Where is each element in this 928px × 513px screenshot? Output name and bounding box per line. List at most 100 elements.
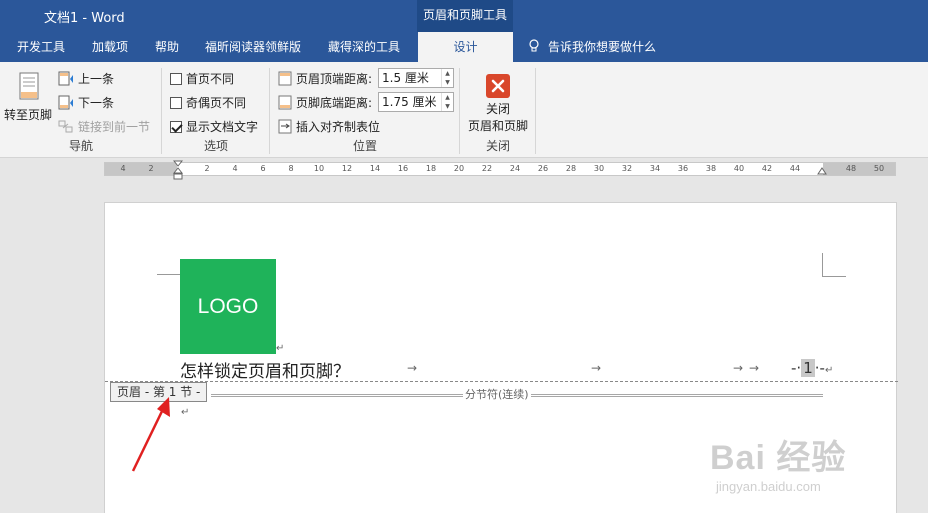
tab-help[interactable]: 帮助: [155, 32, 179, 62]
ruler-tick-label: 38: [705, 164, 717, 173]
header-heading[interactable]: 怎样锁定页眉和页脚？: [180, 357, 350, 382]
header-from-top-label: 页眉顶端距离:: [296, 72, 373, 86]
checkbox-checked-box: [170, 121, 182, 133]
paragraph-mark: ↵: [824, 365, 834, 376]
ruler-tick-label: 26: [537, 164, 549, 173]
ruler-tick-label: 48: [845, 164, 857, 173]
previous-button[interactable]: 上一条: [58, 70, 114, 88]
logo-image[interactable]: LOGO: [180, 259, 276, 354]
tab-design[interactable]: 设计: [418, 32, 513, 62]
ruler-tick-label: 10: [313, 164, 325, 173]
group-label-navigation: 导航: [68, 139, 93, 153]
alignment-tab-icon: [278, 119, 292, 134]
ruler-tick-label: 8: [288, 164, 294, 173]
ruler-tick-label: 18: [425, 164, 437, 173]
ruler-tick-label: 24: [509, 164, 521, 173]
tab-hidden-tools[interactable]: 藏得深的工具: [328, 32, 400, 62]
contextual-tab-group-title: 页眉和页脚工具: [417, 0, 513, 32]
close-line1: 关闭: [485, 102, 510, 116]
different-first-page-checkbox[interactable]: 首页不同: [170, 70, 234, 87]
footer-from-bottom-label-wrap: 页脚底端距离:: [278, 94, 372, 111]
group-close: 关闭 页眉和页脚 关闭: [460, 66, 536, 156]
checkbox-box: [170, 97, 182, 109]
ruler-tick-label: 16: [397, 164, 409, 173]
close-header-footer-button[interactable]: 关闭 页眉和页脚: [460, 70, 536, 133]
ruler-tick-label: 4: [232, 164, 238, 173]
checkbox-box: [170, 73, 182, 85]
paragraph-mark: ↵: [276, 343, 285, 354]
right-indent-marker-icon[interactable]: [817, 165, 827, 175]
ruler-tick-label: 42: [761, 164, 773, 173]
ruler-tick-label: 2: [148, 164, 154, 173]
link-icon: [58, 120, 73, 133]
close-icon: [486, 74, 510, 98]
group-label-options: 选项: [203, 139, 228, 153]
ruler-tick-label: 34: [649, 164, 661, 173]
spinner-arrows-icon[interactable]: ▲ ▼: [441, 69, 453, 87]
footer-position-icon: [278, 95, 292, 110]
link-to-previous-button[interactable]: 链接到前一节: [58, 118, 150, 136]
footer-from-bottom-input[interactable]: 1.75 厘米 ▲ ▼: [378, 92, 454, 112]
ruler-tick-label: 30: [593, 164, 605, 173]
baidu-watermark: Bai 经验 jingyan.baidu.com: [710, 430, 846, 494]
next-button[interactable]: 下一条: [58, 94, 114, 112]
tab-arrow: →: [407, 361, 418, 375]
footer-from-bottom-value: 1.75 厘米: [382, 95, 437, 109]
next-label: 下一条: [78, 96, 115, 110]
margin-corner-mark: [822, 253, 846, 277]
ruler-tick-label: 12: [341, 164, 353, 173]
ruler-tick-label: 4: [120, 164, 126, 173]
different-first-page-label: 首页不同: [186, 72, 235, 86]
group-position: 页眉顶端距离: 1.5 厘米 ▲ ▼ 页脚底端距离: 1.75 厘米 ▲ ▼ 插入对…: [270, 66, 460, 156]
link-to-previous-label: 链接到前一节: [78, 120, 151, 134]
group-label-close: 关闭: [485, 139, 510, 153]
ruler-tick-label: 28: [565, 164, 577, 173]
header-from-top-value: 1.5 厘米: [382, 71, 429, 85]
close-line2: 页眉和页脚: [467, 119, 528, 133]
ribbon: 转至页脚 上一条 下一条 链接到前一节 导航 首页不同 奇偶页不同 显示文档文字…: [0, 62, 928, 158]
ruler-tick-label: 50: [873, 164, 885, 173]
section-break-label: 分节符(连续): [463, 386, 531, 402]
tab-developer[interactable]: 开发工具: [17, 32, 65, 62]
next-section-icon: [58, 95, 73, 110]
tab-arrow: →: [591, 361, 602, 375]
group-navigation: 转至页脚 上一条 下一条 链接到前一节 导航: [0, 66, 162, 156]
group-label-position: 位置: [352, 139, 377, 153]
ruler-tick-label: 44: [789, 164, 801, 173]
goto-footer-icon: [19, 72, 39, 100]
ruler-tick-label: 14: [369, 164, 381, 173]
ruler-tick-label: 20: [453, 164, 465, 173]
page-number-field[interactable]: -· 1 ·-↵: [791, 359, 833, 377]
horizontal-ruler[interactable]: 4 2 2 4 6 8 10 12 14 16 18 20 22 24 26 28 30 32 34 36 38 40 42…: [104, 160, 896, 180]
show-document-text-checkbox[interactable]: 显示文档文字: [170, 118, 258, 135]
previous-section-icon: [58, 71, 73, 86]
indent-marker-icon[interactable]: [173, 160, 183, 180]
insert-alignment-tab-label: 插入对齐制表位: [296, 120, 381, 134]
tell-me-search[interactable]: 告诉我你想要做什么: [528, 32, 656, 62]
show-document-text-label: 显示文档文字: [186, 120, 259, 134]
header-position-icon: [278, 71, 292, 86]
ruler-tick-label: 40: [733, 164, 745, 173]
header-from-top-input[interactable]: 1.5 厘米 ▲ ▼: [378, 68, 454, 88]
goto-footer-button[interactable]: 转至页脚: [4, 68, 52, 124]
title-bar: 文档1 - Word 页眉和页脚工具: [0, 0, 928, 32]
previous-label: 上一条: [78, 72, 115, 86]
ruler-tick-label: 32: [621, 164, 633, 173]
tab-arrow: →: [733, 361, 744, 375]
window-title: 文档1 - Word: [44, 11, 125, 26]
tab-addins[interactable]: 加载项: [92, 32, 128, 62]
group-divider: [535, 68, 536, 154]
tab-foxit[interactable]: 福昕阅读器领鲜版: [205, 32, 301, 62]
page-number-prefix: -: [791, 359, 797, 377]
different-odd-even-checkbox[interactable]: 奇偶页不同: [170, 94, 246, 111]
paragraph-mark: ↵: [181, 407, 190, 418]
goto-footer-label: 转至页脚: [4, 108, 53, 122]
group-options: 首页不同 奇偶页不同 显示文档文字 选项: [162, 66, 270, 156]
margin-corner-mark: [157, 255, 180, 275]
page-number: 1: [801, 359, 815, 377]
tab-arrow: →: [749, 361, 760, 375]
watermark-brand: Bai 经验: [710, 439, 847, 477]
spinner-arrows-icon[interactable]: ▲ ▼: [441, 93, 453, 111]
insert-alignment-tab-button[interactable]: 插入对齐制表位: [278, 118, 380, 135]
ruler-tick-label: 22: [481, 164, 493, 173]
